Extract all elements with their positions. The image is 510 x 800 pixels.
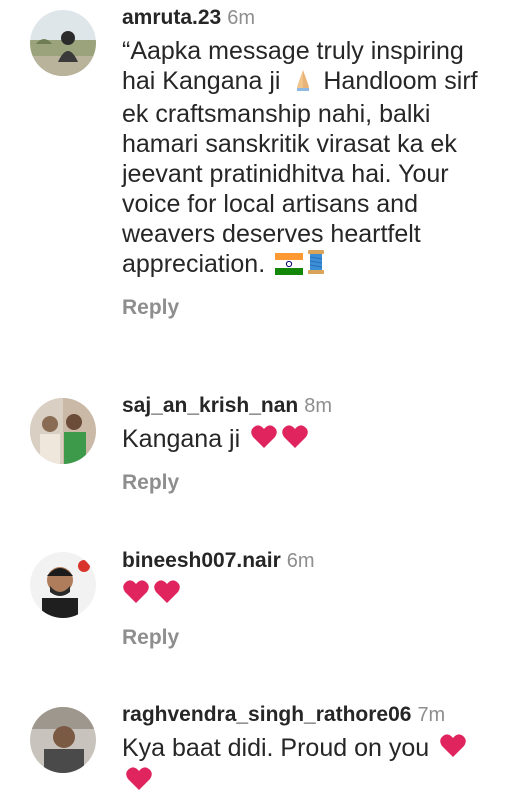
- comment-timestamp: 8m: [304, 395, 333, 417]
- thread-spool-icon: [306, 249, 326, 282]
- comment-username[interactable]: saj_an_krish_nan: [122, 394, 298, 417]
- comment-username[interactable]: bineesh007.nair: [122, 549, 281, 572]
- india-flag-icon: [275, 252, 304, 282]
- red-heart-icon: [125, 766, 153, 799]
- avatar[interactable]: [30, 707, 96, 773]
- comment-text: Kangana ji: [122, 424, 500, 457]
- red-heart-icon: [153, 579, 181, 612]
- comment-text: [122, 579, 500, 612]
- avatar[interactable]: [30, 398, 96, 464]
- reply-button[interactable]: Reply: [122, 626, 179, 650]
- red-heart-icon: [439, 733, 467, 766]
- avatar[interactable]: [30, 10, 96, 76]
- red-heart-icon: [250, 424, 278, 457]
- comment-text-part: Handloom sirf ek craftsmanship nahi, bal…: [122, 67, 485, 278]
- comment-timestamp: 6m: [286, 550, 315, 572]
- comment-text: “Aapka message truly inspiring hai Kanga…: [122, 36, 500, 282]
- red-heart-icon: [122, 579, 150, 612]
- folded-hands-icon: [290, 68, 316, 99]
- reply-button[interactable]: Reply: [122, 471, 179, 495]
- red-heart-icon: [281, 424, 309, 457]
- comment-timestamp: 6m: [227, 7, 256, 29]
- comment-timestamp: 7m: [417, 704, 446, 726]
- comment-username[interactable]: raghvendra_singh_rathore06: [122, 703, 411, 726]
- reply-button[interactable]: Reply: [122, 296, 179, 320]
- comment-text-part: Kangana ji: [122, 425, 241, 453]
- avatar[interactable]: [30, 552, 96, 618]
- comment-text-part: Kya baat didi. Proud on you: [122, 734, 430, 762]
- comment-username[interactable]: amruta.23: [122, 6, 221, 29]
- comment-text: Kya baat didi. Proud on you: [122, 733, 500, 799]
